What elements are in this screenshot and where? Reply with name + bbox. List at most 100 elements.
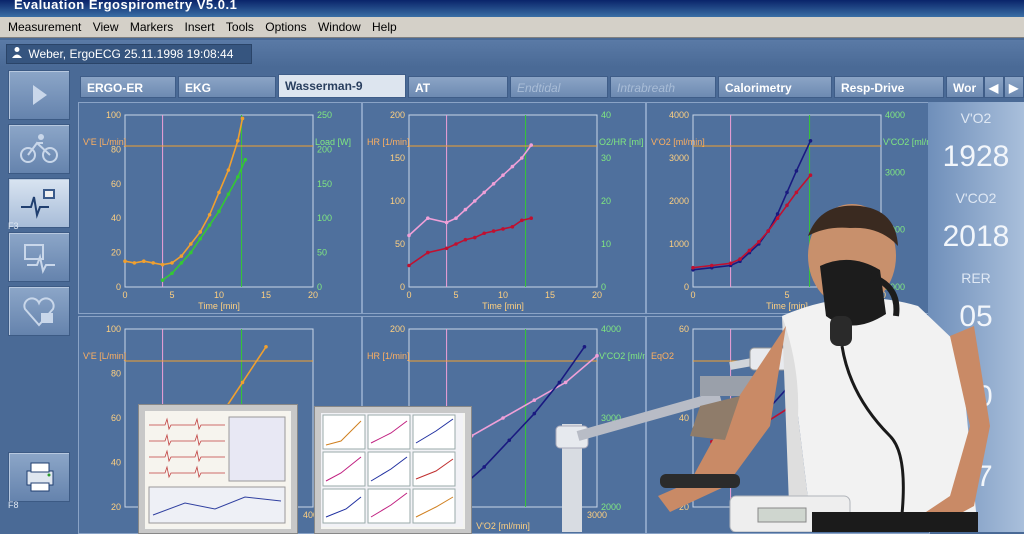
x-tick-label: 20 [308,290,318,300]
y2-tick-label: 50 [317,248,327,258]
menu-window[interactable]: Window [318,20,361,34]
monitor-button[interactable] [8,232,70,282]
data-point-pink [501,173,505,177]
person-icon [11,45,25,63]
data-point-pink [482,190,486,195]
plots-screen-thumbnail [321,413,465,529]
data-point-green [236,175,240,179]
tab-more[interactable]: Wor [946,76,984,98]
data-point-darkred [426,250,430,255]
f3-label: F3 [8,221,19,231]
y-axis-label: HR [1/min] [367,351,410,361]
data-point-navy [482,465,486,469]
chart-svg-1: 0204060801000501001502002500 5 10 15 20Time … [83,110,351,311]
tab-calorimetry[interactable]: Calorimetry [718,76,832,98]
y2-tick-label: 4000 [885,110,905,120]
series-line-orange [124,118,244,266]
play-button[interactable] [8,70,70,120]
series-line-green [162,159,247,281]
data-point-pink [473,199,477,203]
y-tick-label: 40 [111,213,121,223]
y2-tick-label: 150 [317,179,332,189]
data-point-orange [226,168,231,172]
tab-intrabreath[interactable]: Intrabreath [610,76,716,98]
menu-view[interactable]: View [93,20,119,34]
y-tick-label: 0 [400,282,405,292]
y2-axis-label: Load [W] [315,137,351,147]
ergometer-button[interactable] [8,124,70,174]
menu-insert[interactable]: Insert [185,20,215,34]
data-point-pink [501,416,505,420]
ecg-icon [21,189,55,219]
data-point-pink [444,220,449,225]
play-icon [33,85,47,105]
y-tick-label: 20 [111,248,121,258]
vo2-value: 1928 [942,140,1010,173]
y2-axis-label: O2/HR [ml] [599,137,644,147]
x-axis-label: Time [min] [198,301,240,311]
data-point-orange [207,212,212,217]
chevron-left-icon: ◀ [989,81,999,95]
tab-ergo-er[interactable]: ERGO-ER [80,76,176,98]
x-tick-label: 0 [122,290,127,300]
data-point-green [226,192,231,196]
monitor-photo-right [314,406,472,534]
heart-icon [23,297,55,327]
heart-button[interactable] [8,286,70,336]
tab-wasserman-9[interactable]: Wasserman-9 [278,74,406,98]
data-point-orange [217,190,221,195]
data-point-orange [236,139,240,143]
data-point-darkred [491,229,496,233]
patient-info: Weber, ErgoECG 25.11.1998 19:08:44 [6,44,252,64]
data-point-darkred [407,263,411,268]
tab-bar: ERGO-ER EKG Wasserman-9 AT Endtidal Intr… [78,74,1024,100]
data-point-pink [454,216,458,220]
y-tick-label: 200 [390,110,405,120]
menu-markers[interactable]: Markers [130,20,173,34]
data-point-green [207,223,212,227]
series-line-pink [408,144,532,236]
data-point-pink [510,164,515,169]
y-axis-label: HR [1/min] [367,137,410,147]
y-tick-label: 20 [111,502,121,512]
data-point-orange [240,380,245,385]
tab-ekg[interactable]: EKG [178,76,276,98]
y2-tick-label: 40 [601,110,611,120]
x-axis-label: Time [min] [482,301,524,311]
y2-axis-label: V'CO2 [ml/min] [883,137,929,147]
print-button[interactable] [8,452,70,502]
menu-tools[interactable]: Tools [226,20,254,34]
y-axis-label: V'E [L/min] [83,351,126,361]
y-tick-label: 200 [390,324,405,334]
data-point-pink [407,233,411,238]
data-point-darkred [794,190,799,195]
y-tick-label: 3000 [669,153,689,163]
data-point-pink [426,216,430,220]
x-tick-label: 5 [453,290,458,300]
tab-resp-drive[interactable]: Resp-Drive [834,76,944,98]
menu-measurement[interactable]: Measurement [8,20,81,34]
tab-scroll-left[interactable]: ◀ [984,76,1004,98]
data-point-orange [170,261,174,265]
tab-at[interactable]: AT [408,76,508,98]
data-point-darkred [454,242,458,246]
data-point-darkred [501,227,505,231]
data-point-green [189,250,193,255]
tab-endtidal[interactable]: Endtidal [510,76,608,98]
x-tick-label: 15 [261,290,271,300]
y-tick-label: 40 [111,458,121,468]
tab-scroll-right[interactable]: ▶ [1004,76,1024,98]
y-tick-label: 100 [106,110,121,120]
window-title: Evaluation Ergospirometry V5.0.1 [14,0,238,12]
y-tick-label: 4000 [669,110,689,120]
y-tick-label: 100 [390,196,405,206]
menu-help[interactable]: Help [372,20,397,34]
menu-options[interactable]: Options [265,20,306,34]
monitor-photo-left [138,404,298,534]
data-point-darkred [520,218,524,223]
chevron-right-icon: ▶ [1009,81,1019,95]
data-point-navy [785,190,789,195]
patient-name: Weber, ErgoECG [28,47,121,61]
data-point-darkred [463,237,468,242]
data-point-darkred [444,246,449,251]
